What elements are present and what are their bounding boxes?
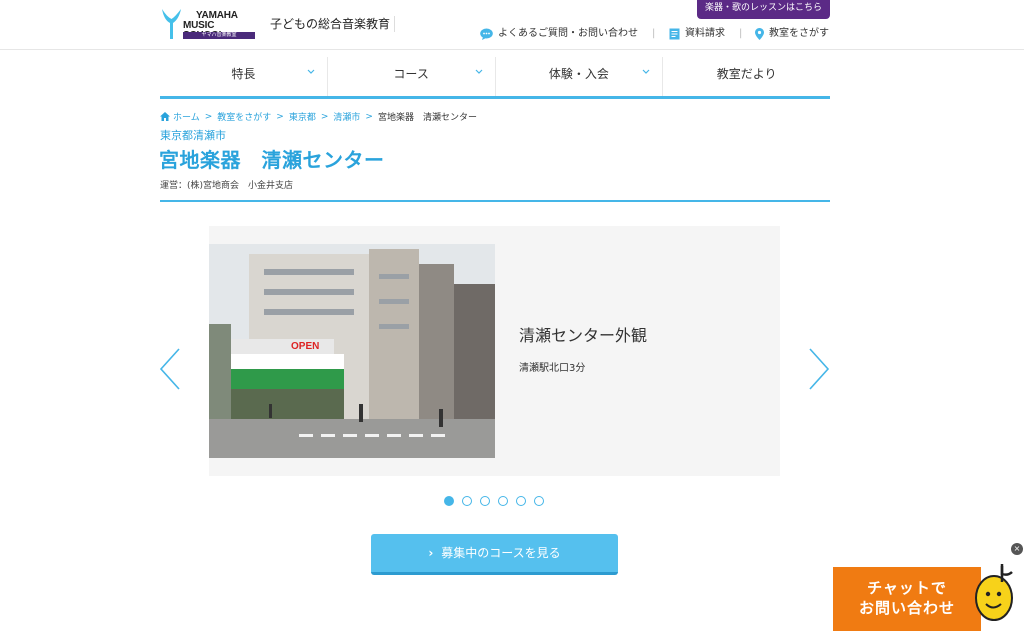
slider-prev-arrow-icon[interactable] — [159, 348, 181, 390]
operator-info: 運営：(株)宮地商会 小金井支店 — [160, 181, 294, 191]
slider-dot-3[interactable] — [480, 496, 490, 506]
page-title: 宮地楽器 清瀬センター — [159, 148, 385, 172]
nav-item-label: 教室だより — [716, 67, 777, 81]
document-icon — [669, 28, 680, 40]
nav-item-label: コース — [393, 67, 429, 81]
site-tagline: 子どもの総合音楽教育 — [270, 16, 396, 32]
logo-subbar: ヤマハ音楽教室 — [183, 32, 255, 39]
chat-line-1: チャットで — [867, 579, 947, 597]
nav-item-courses[interactable]: コース — [326, 57, 495, 96]
slider-pagination — [444, 496, 544, 506]
view-open-courses-button[interactable]: › 募集中のコースを見る — [371, 534, 618, 575]
slider-next-arrow-icon[interactable] — [808, 348, 830, 390]
chevron-down-icon — [475, 69, 482, 74]
slide-subtitle: 清瀬駅北口3分 — [519, 363, 586, 374]
yamaha-y-icon — [162, 9, 181, 39]
center-exterior-photo: OPEN — [209, 244, 495, 458]
breadcrumb-prefecture[interactable]: 東京都 — [289, 110, 316, 123]
nav-item-label: 特長 — [231, 67, 256, 81]
find-school-link[interactable]: 教室をさがす — [755, 27, 829, 41]
home-icon — [160, 112, 170, 121]
breadcrumb-home[interactable]: ホーム — [173, 110, 200, 123]
chevron-right-icon: › — [428, 546, 434, 560]
breadcrumb-separator: > — [320, 111, 329, 122]
breadcrumb-city[interactable]: 清瀬市 — [333, 110, 360, 123]
find-school-label: 教室をさがす — [769, 28, 829, 39]
utility-separator: | — [739, 28, 743, 39]
map-pin-icon — [755, 28, 764, 40]
slider-dot-4[interactable] — [498, 496, 508, 506]
faq-contact-link[interactable]: よくあるご質問・お問い合わせ — [480, 27, 638, 41]
slider-dot-1[interactable] — [444, 496, 454, 506]
storefront-open-sign: OPEN — [291, 341, 319, 352]
cta-label: 募集中のコースを見る — [441, 546, 561, 560]
breadcrumb-separator: > — [204, 111, 213, 122]
site-header: YAMAHA MUSIC SCHOOL ヤマハ音楽教室 子どもの総合音楽教育 楽… — [0, 0, 1024, 50]
nav-item-label: 体験・入会 — [548, 67, 609, 81]
building-photo-illustration: OPEN — [209, 244, 495, 458]
slider-dot-6[interactable] — [534, 496, 544, 506]
breadcrumb-separator: > — [276, 111, 284, 122]
music-note-mascot-icon — [975, 564, 1013, 621]
nav-item-newsletter[interactable]: 教室だより — [662, 57, 830, 96]
main-nav: 特長 コース 体験・入会 教室だより — [160, 57, 830, 99]
chevron-down-icon — [307, 69, 315, 74]
slider-dot-2[interactable] — [462, 496, 472, 506]
slider-dot-5[interactable] — [516, 496, 526, 506]
instrument-lessons-button[interactable]: 楽器・歌のレッスンはこちら — [697, 0, 830, 19]
breadcrumb-separator: > — [365, 111, 373, 122]
faq-contact-label: よくあるご質問・お問い合わせ — [498, 28, 638, 39]
chat-inquiry-button[interactable]: チャットで お問い合わせ — [833, 567, 981, 631]
yamaha-music-school-logo[interactable]: YAMAHA MUSIC SCHOOL ヤマハ音楽教室 — [160, 8, 256, 41]
nav-item-features[interactable]: 特長 — [160, 57, 327, 96]
title-divider — [160, 200, 830, 202]
region-label: 東京都清瀬市 — [160, 129, 226, 142]
slider-slide: OPEN 清瀬センター外観 清瀬駅北口3分 — [209, 226, 780, 476]
slide-title: 清瀬センター外観 — [519, 326, 648, 345]
request-docs-label: 資料請求 — [685, 28, 725, 39]
request-docs-link[interactable]: 資料請求 — [669, 27, 725, 41]
breadcrumb: ホーム > 教室をさがす > 東京都 > 清瀬市 > 宮地楽器 清瀬センター — [160, 110, 477, 123]
utility-separator: | — [652, 28, 656, 39]
chat-close-button[interactable]: × — [1011, 543, 1023, 555]
breadcrumb-current: 宮地楽器 清瀬センター — [377, 113, 477, 123]
breadcrumb-find-school[interactable]: 教室をさがす — [217, 110, 271, 123]
nav-item-trial-enroll[interactable]: 体験・入会 — [494, 57, 663, 96]
chat-bubble-icon — [480, 28, 493, 40]
chevron-down-icon — [642, 69, 650, 74]
chat-line-2: お問い合わせ — [858, 599, 955, 617]
